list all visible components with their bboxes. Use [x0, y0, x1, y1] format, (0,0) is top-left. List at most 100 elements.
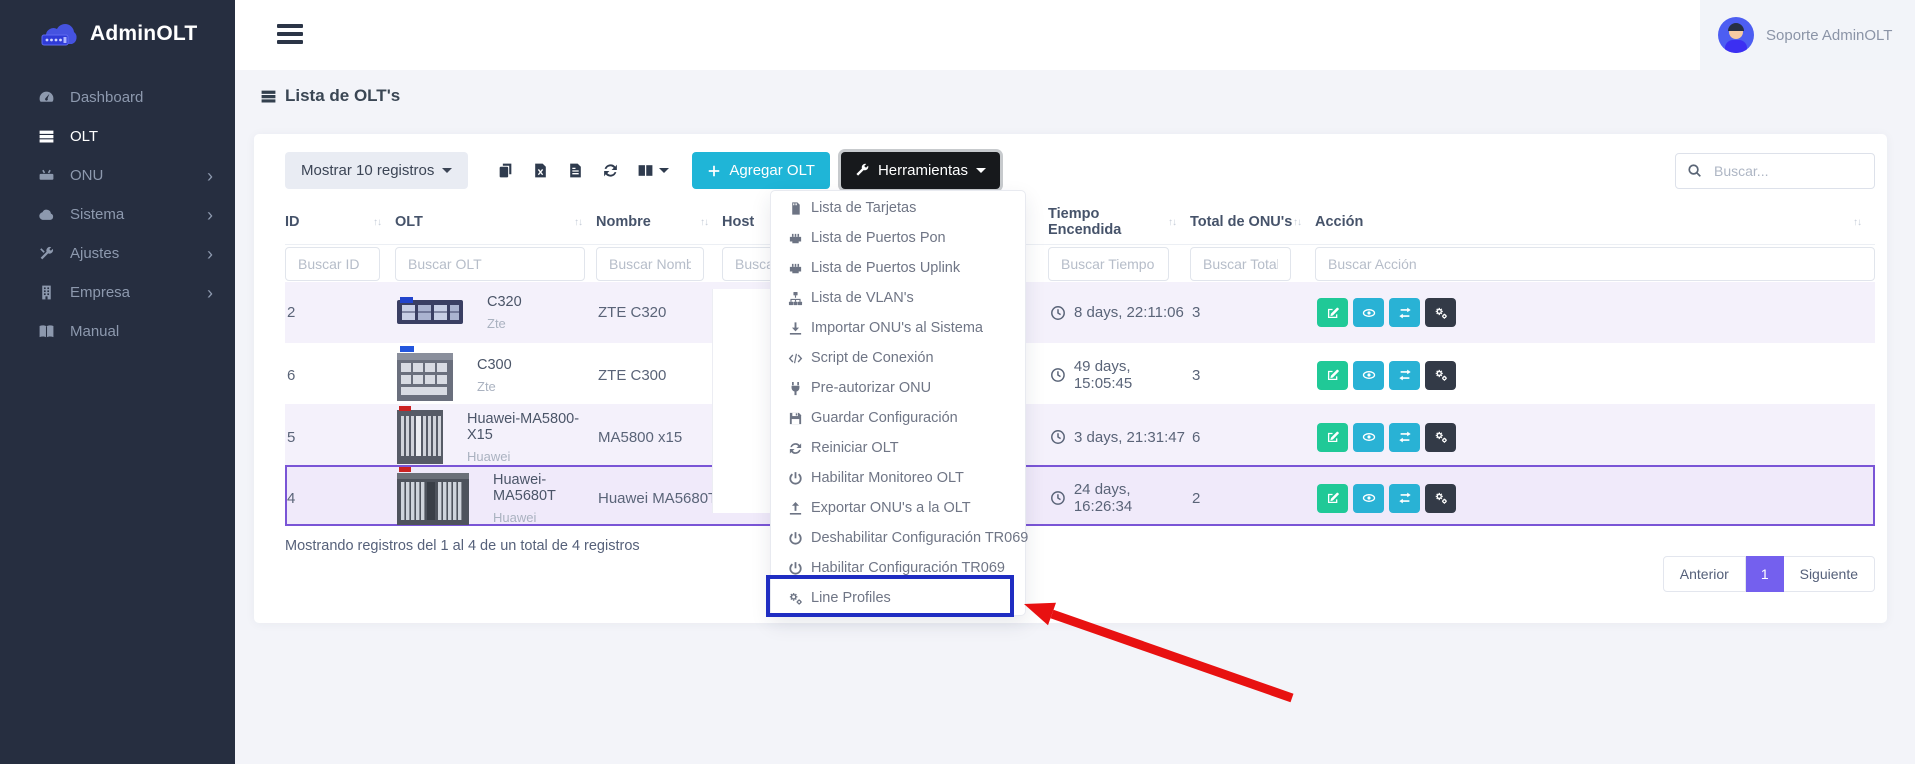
sidebar-item-manual[interactable]: Manual › [0, 312, 235, 351]
olt-device-image [397, 406, 443, 468]
tools-menu-item-importar-onu-s-al-sistema[interactable]: Importar ONU's al Sistema [771, 313, 1025, 343]
export-buttons [488, 162, 678, 179]
user-menu[interactable]: Soporte AdminOLT [1700, 0, 1915, 70]
filter-input-tiempo-encendida[interactable] [1048, 247, 1169, 281]
view-action-button[interactable] [1353, 361, 1384, 390]
exchange-action-button[interactable] [1389, 423, 1420, 452]
column-header-total-de-onu-s[interactable]: Total de ONU's↑↓ [1190, 214, 1315, 230]
refresh-button[interactable] [602, 162, 619, 179]
eye-icon [1362, 306, 1376, 320]
column-header-olt[interactable]: OLT↑↓ [395, 214, 596, 230]
tools-menu-item-lista-de-puertos-pon[interactable]: Lista de Puertos Pon [771, 223, 1025, 253]
chevron-right-icon: › [207, 245, 213, 263]
tools-menu-item-habilitar-monitoreo-olt[interactable]: Habilitar Monitoreo OLT [771, 463, 1025, 493]
filter-input-total-de-onu-s[interactable] [1190, 247, 1291, 281]
edit-action-button[interactable] [1317, 361, 1348, 390]
column-header-nombre[interactable]: Nombre↑↓ [596, 214, 722, 230]
sidebar-item-ajustes[interactable]: Ajustes › [0, 234, 235, 273]
pagination-next-button[interactable]: Siguiente [1784, 556, 1875, 592]
settings-action-button[interactable] [1425, 484, 1456, 513]
edit-icon [1326, 306, 1340, 320]
sidebar-item-dashboard[interactable]: Dashboard › [0, 78, 235, 117]
table-row[interactable]: 2 C320 Zte ZTE C320 8 days, 22:11:06 3 [285, 282, 1875, 343]
pagination-prev-button[interactable]: Anterior [1663, 556, 1746, 592]
settings-action-button[interactable] [1425, 361, 1456, 390]
tools-menu-item-lista-de-tarjetas[interactable]: Lista de Tarjetas [771, 193, 1025, 223]
sidebar-item-empresa[interactable]: Empresa › [0, 273, 235, 312]
brand-logo[interactable]: AdminOLT [0, 0, 235, 70]
tools-dropdown-button[interactable]: Herramientas [841, 152, 1000, 189]
table-row[interactable]: 5 Huawei-MA5800-X15 Huawei MA5800 x15 3 … [285, 404, 1875, 465]
edit-action-button[interactable] [1317, 484, 1348, 513]
sidebar-item-olt[interactable]: OLT › [0, 117, 235, 156]
settings-action-button[interactable] [1425, 423, 1456, 452]
edit-action-button[interactable] [1317, 423, 1348, 452]
download-icon [788, 321, 803, 336]
tools-menu-item-script-de-conexi-n[interactable]: Script de Conexión [771, 343, 1025, 373]
exchange-action-button[interactable] [1389, 298, 1420, 327]
olt-device-image [397, 296, 463, 330]
cell-tiempo-encendida: 49 days, 15:05:45 [1050, 358, 1192, 392]
sidebar-item-label: OLT [70, 128, 98, 145]
tools-menu-item-line-profiles[interactable]: Line Profiles [771, 583, 1025, 613]
search-input[interactable] [1675, 153, 1875, 189]
tools-menu-item-habilitar-configuraci-n-tr069[interactable]: Habilitar Configuración TR069 [771, 553, 1025, 583]
file-button[interactable] [567, 162, 584, 179]
building-icon [38, 284, 55, 301]
column-header-acci-n[interactable]: Acción↑↓ [1315, 214, 1875, 230]
tools-menu-item-label: Exportar ONU's a la OLT [811, 500, 971, 516]
cell-nombre: MA5800 x15 [598, 429, 724, 446]
tools-menu-item-label: Lista de Puertos Uplink [811, 260, 960, 276]
tools-menu-item-lista-de-vlan-s[interactable]: Lista de VLAN's [771, 283, 1025, 313]
view-action-button[interactable] [1353, 298, 1384, 327]
sidebar-item-onu[interactable]: ONU › [0, 156, 235, 195]
filter-input-id[interactable] [285, 247, 380, 281]
tools-menu-item-reiniciar-olt[interactable]: Reiniciar OLT [771, 433, 1025, 463]
table-row[interactable]: 4 Huawei-MA5680T Huawei Huawei MA5680T 2… [285, 465, 1875, 526]
tools-menu-item-label: Lista de Puertos Pon [811, 230, 946, 246]
view-action-button[interactable] [1353, 423, 1384, 452]
column-header-tiempo-encendida[interactable]: Tiempo Encendida↑↓ [1048, 206, 1190, 238]
sort-icon: ↑↓ [1853, 217, 1861, 228]
menu-toggle-icon[interactable] [277, 24, 303, 48]
edit-icon [1326, 491, 1340, 505]
gears-icon [1434, 430, 1448, 444]
records-per-page-button[interactable]: Mostrar 10 registros [285, 152, 468, 189]
refresh-icon [788, 441, 803, 456]
table-row[interactable]: 6 C300 Zte ZTE C300 49 days, 15:05:45 3 [285, 343, 1875, 404]
tools-menu-item-exportar-onu-s-a-la-olt[interactable]: Exportar ONU's a la OLT [771, 493, 1025, 523]
table-filter-row [285, 245, 1875, 282]
excel-button[interactable] [532, 162, 549, 179]
page-title: Lista de OLT's [260, 86, 400, 106]
filter-input-acci-n[interactable] [1315, 247, 1875, 281]
exchange-action-button[interactable] [1389, 484, 1420, 513]
tools-menu-item-label: Line Profiles [811, 590, 891, 606]
filter-input-olt[interactable] [395, 247, 585, 281]
filter-input-nombre[interactable] [596, 247, 704, 281]
view-action-button[interactable] [1353, 484, 1384, 513]
tools-menu-item-deshabilitar-configuraci-n-tr069[interactable]: Deshabilitar Configuración TR069 [771, 523, 1025, 553]
clock-icon [1050, 490, 1066, 506]
add-olt-button[interactable]: Agregar OLT [692, 152, 830, 189]
tools-menu-item-label: Pre-autorizar ONU [811, 380, 931, 396]
column-header-id[interactable]: ID↑↓ [285, 214, 395, 230]
settings-action-button[interactable] [1425, 298, 1456, 327]
tools-menu-item-pre-autorizar-onu[interactable]: Pre-autorizar ONU [771, 373, 1025, 403]
plus-icon [707, 164, 721, 178]
edit-action-button[interactable] [1317, 298, 1348, 327]
olt-device-brand: Huawei [493, 510, 598, 525]
tools-menu-item-label: Guardar Configuración [811, 410, 958, 426]
edit-icon [1326, 368, 1340, 382]
exchange-action-button[interactable] [1389, 361, 1420, 390]
sidebar-item-label: Dashboard [70, 89, 143, 106]
sidebar-item-sistema[interactable]: Sistema › [0, 195, 235, 234]
columns-button[interactable] [637, 162, 669, 179]
cell-total-onus: 6 [1192, 429, 1317, 446]
pagination-page-1-button[interactable]: 1 [1746, 556, 1784, 592]
cell-id: 2 [287, 304, 397, 321]
copy-button[interactable] [497, 162, 514, 179]
tools-menu-item-lista-de-puertos-uplink[interactable]: Lista de Puertos Uplink [771, 253, 1025, 283]
power-icon [788, 531, 803, 546]
sidebar-nav: Dashboard › OLT › ONU › Sistema › Ajuste… [0, 70, 235, 351]
tools-menu-item-guardar-configuraci-n[interactable]: Guardar Configuración [771, 403, 1025, 433]
